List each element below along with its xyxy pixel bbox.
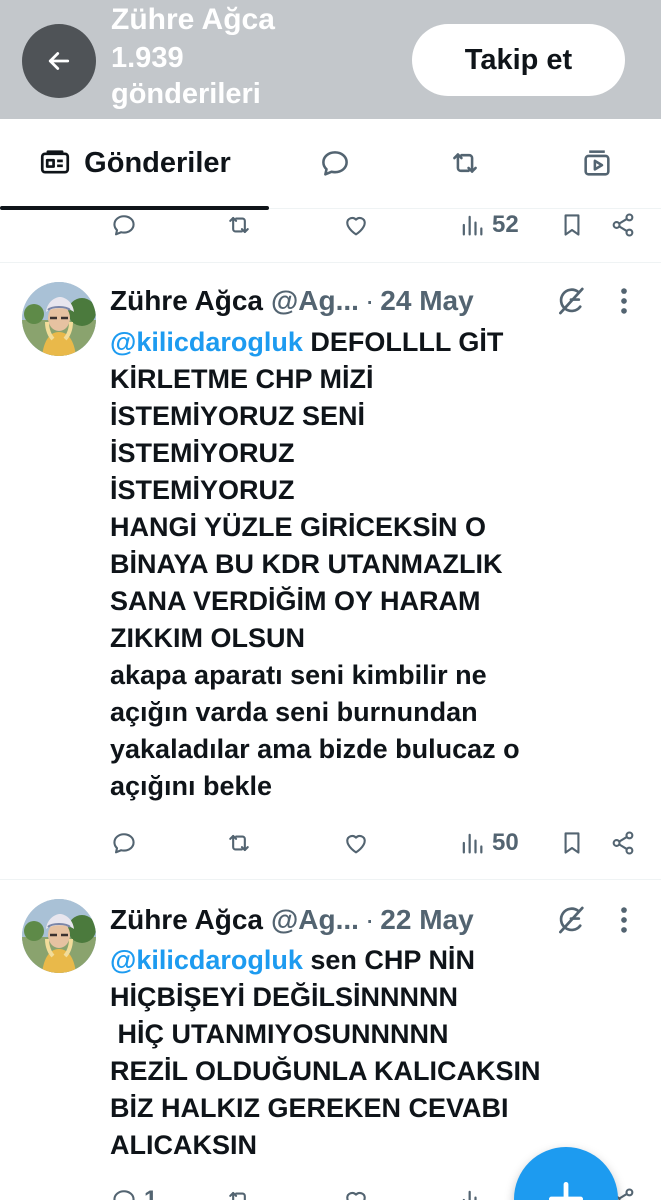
- media-tab-icon: [584, 150, 610, 176]
- like-icon: [342, 211, 370, 239]
- avatar[interactable]: [22, 282, 96, 356]
- author-handle[interactable]: @Ag...: [271, 904, 359, 936]
- repost-button[interactable]: [225, 203, 253, 247]
- grok-icon[interactable]: [554, 903, 588, 937]
- share-button[interactable]: [609, 203, 637, 247]
- views-button[interactable]: 52: [458, 203, 519, 247]
- back-button[interactable]: [22, 24, 96, 98]
- tweet-actions: 50: [0, 821, 661, 865]
- share-icon: [609, 829, 637, 857]
- like-button[interactable]: [342, 203, 370, 247]
- compose-plus-icon: [548, 1181, 584, 1200]
- views-count: 52: [492, 211, 519, 238]
- share-button[interactable]: [609, 821, 637, 865]
- tab-replies[interactable]: [290, 119, 380, 207]
- reply-button[interactable]: [110, 821, 138, 865]
- more-icon[interactable]: [612, 903, 636, 937]
- views-button[interactable]: [458, 1178, 486, 1200]
- reply-button[interactable]: 1: [110, 1178, 157, 1200]
- bookmark-button[interactable]: [558, 821, 586, 865]
- author-name[interactable]: Zühre Ağca: [110, 904, 263, 936]
- views-icon: [458, 211, 486, 239]
- like-icon: [342, 829, 370, 857]
- tweet-header: Zühre Ağca @Ag... · 22 May: [110, 900, 474, 940]
- tweet-content: sen CHP NİN HİÇBİŞEYİ DEĞİLSİNNNNN HİÇ U…: [110, 945, 541, 1160]
- repost-icon: [225, 1186, 253, 1200]
- back-arrow-icon: [48, 52, 70, 70]
- tweet-header: Zühre Ağca @Ag... · 24 May: [110, 281, 474, 321]
- repost-tab-icon: [448, 146, 482, 180]
- reply-icon: [110, 1186, 138, 1200]
- post-count: 1.939 gönderileri: [111, 42, 261, 110]
- grok-icon[interactable]: [554, 284, 588, 318]
- bookmark-icon: [558, 211, 586, 239]
- reply-count: 1: [144, 1186, 158, 1200]
- bookmark-button[interactable]: [558, 203, 586, 247]
- tab-posts-label: Gönderiler: [84, 146, 231, 179]
- tweet[interactable]: Zühre Ağca @Ag... · 24 May @kilicdaroglu…: [0, 263, 661, 877]
- like-button[interactable]: [342, 821, 370, 865]
- profile-tabs: Gönderiler: [0, 119, 661, 210]
- tweet-content: DEFOLLLL GİT KİRLETME CHP MİZİ İSTEMİYOR…: [110, 327, 520, 801]
- follow-button[interactable]: Takip et: [412, 24, 625, 96]
- repost-icon: [225, 211, 253, 239]
- author-handle[interactable]: @Ag...: [271, 285, 359, 317]
- profile-name: Zühre Ağca: [111, 3, 275, 36]
- mention-link[interactable]: @kilicdarogluk: [110, 945, 303, 975]
- author-name[interactable]: Zühre Ağca: [110, 285, 263, 317]
- like-icon: [342, 1186, 370, 1200]
- tweet-text: @kilicdarogluk DEFOLLLL GİT KİRLETME CHP…: [110, 324, 630, 805]
- tab-media[interactable]: [552, 119, 642, 207]
- tweet-text: @kilicdarogluk sen CHP NİN HİÇBİŞEYİ DEĞ…: [110, 942, 630, 1164]
- avatar[interactable]: [22, 899, 96, 973]
- views-icon: [458, 829, 486, 857]
- repost-button[interactable]: [225, 821, 253, 865]
- tweet-actions-previous: 52: [0, 203, 661, 247]
- profile-header: Zühre Ağca 1.939 gönderileri Takip et: [0, 0, 661, 119]
- views-count: 50: [492, 829, 519, 856]
- views-icon: [458, 1186, 486, 1200]
- tab-reposts[interactable]: [420, 119, 510, 207]
- separator-dot: ·: [364, 904, 375, 935]
- posts-tab-icon: [41, 150, 70, 174]
- share-icon: [609, 211, 637, 239]
- more-icon[interactable]: [612, 284, 636, 318]
- like-button[interactable]: [342, 1178, 370, 1200]
- views-button[interactable]: 50: [458, 821, 519, 865]
- reply-icon: [110, 211, 138, 239]
- reply-icon: [110, 829, 138, 857]
- reply-tab-icon: [318, 146, 352, 180]
- tweet-date[interactable]: 22 May: [380, 904, 473, 936]
- mention-link[interactable]: @kilicdarogluk: [110, 327, 303, 357]
- repost-button[interactable]: [225, 1178, 253, 1200]
- tweet-date[interactable]: 24 May: [380, 285, 473, 317]
- bookmark-icon: [558, 829, 586, 857]
- separator-dot: ·: [364, 285, 375, 316]
- tab-posts[interactable]: Gönderiler: [0, 119, 269, 210]
- reply-button[interactable]: [110, 203, 138, 247]
- repost-icon: [225, 829, 253, 857]
